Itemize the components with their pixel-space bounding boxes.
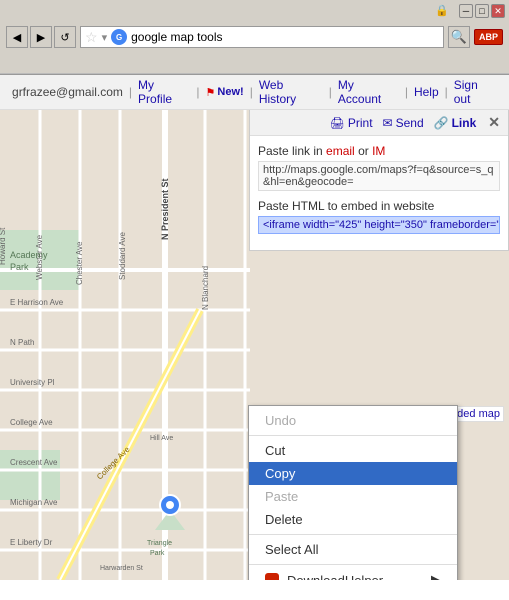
map-container: Howard St Webster Ave Chester Ave N Pres…: [0, 110, 509, 580]
paste-label: Paste: [265, 489, 298, 504]
ctx-select-all[interactable]: Select All: [249, 538, 457, 561]
svg-text:N President St: N President St: [160, 178, 170, 240]
send-link[interactable]: ✉ Send: [383, 116, 424, 130]
browser-chrome: 🔒 ─ □ ✕ ◀ ▶ ↺ ☆ ▾ G 🔍 ABP: [0, 0, 509, 75]
email-link-label: Paste link in email or IM: [258, 144, 500, 158]
new-link[interactable]: New!: [217, 86, 243, 98]
link-link[interactable]: 🔗 Link: [434, 116, 477, 130]
email-link-url: http://maps.google.com/maps?f=q&source=s…: [258, 161, 500, 191]
favorite-icon: ☆: [85, 29, 98, 46]
svg-text:Michigan Ave: Michigan Ave: [10, 498, 58, 507]
close-button[interactable]: ✕: [491, 4, 505, 18]
nav-bar: ◀ ▶ ↺ ☆ ▾ G 🔍 ABP: [0, 22, 509, 52]
sign-out-link[interactable]: Sign out: [454, 78, 497, 106]
google-header: grfrazee@gmail.com | My Profile | ⚑ New!…: [0, 75, 509, 110]
dropdown-icon: ▾: [102, 31, 108, 44]
address-bar[interactable]: ☆ ▾ G: [80, 26, 444, 48]
svg-text:E Liberty Dr: E Liberty Dr: [10, 538, 53, 547]
svg-text:Hill Ave: Hill Ave: [150, 435, 173, 442]
close-panel-button[interactable]: ✕: [488, 114, 500, 131]
download-helper-icon: [265, 573, 279, 580]
favicon: G: [111, 29, 127, 45]
my-profile-link[interactable]: My Profile: [138, 78, 190, 106]
back-button[interactable]: ◀: [6, 26, 28, 48]
new-badge-container: ⚑ New!: [206, 86, 244, 99]
download-helper-label: DownloadHelper: [287, 573, 383, 581]
email-link-section: Paste link in email or IM http://maps.go…: [258, 144, 500, 191]
user-email: grfrazee@gmail.com: [12, 85, 123, 99]
search-icon: 🔍: [451, 29, 467, 45]
ctx-paste[interactable]: Paste: [249, 485, 457, 508]
ctx-copy[interactable]: Copy: [249, 462, 457, 485]
print-icon: 🖨: [330, 116, 345, 130]
minimize-button[interactable]: ─: [459, 4, 473, 18]
svg-text:Harwarden St: Harwarden St: [100, 565, 143, 572]
svg-text:Park: Park: [10, 262, 29, 272]
title-bar-icons: 🔒 ─ □ ✕: [435, 4, 505, 18]
svg-text:Howard St: Howard St: [0, 227, 7, 265]
svg-text:N Path: N Path: [10, 338, 34, 347]
copy-label: Copy: [265, 466, 295, 481]
search-button[interactable]: 🔍: [448, 26, 470, 48]
my-account-link[interactable]: My Account: [338, 78, 399, 106]
ctx-undo[interactable]: Undo: [249, 409, 457, 432]
svg-text:Triangle: Triangle: [147, 540, 172, 547]
svg-text:Stoddard Ave: Stoddard Ave: [118, 232, 127, 280]
abp-button[interactable]: ABP: [474, 29, 503, 45]
bookmarks-bar: [0, 52, 509, 74]
reload-button[interactable]: ↺: [54, 26, 76, 48]
svg-text:Crescent Ave: Crescent Ave: [10, 458, 58, 467]
forward-button[interactable]: ▶: [30, 26, 52, 48]
window-title-text: 🔒: [435, 4, 449, 18]
embed-code-field[interactable]: <iframe width="425" height="350" framebo…: [258, 216, 500, 234]
ctx-download-helper[interactable]: DownloadHelper ▶: [249, 568, 457, 580]
embed-label: Paste HTML to embed in website: [258, 199, 500, 213]
select-all-label: Select All: [265, 542, 318, 557]
title-bar: 🔒 ─ □ ✕: [0, 0, 509, 22]
email-highlight-link[interactable]: email: [326, 144, 355, 158]
ctx-separator-1: [249, 435, 457, 436]
svg-text:Park: Park: [150, 550, 165, 557]
chain-icon: 🔗: [434, 116, 449, 130]
maximize-button[interactable]: □: [475, 4, 489, 18]
svg-text:N Blanchard: N Blanchard: [201, 266, 210, 310]
submenu-arrow-icon: ▶: [431, 572, 441, 580]
context-menu: Undo Cut Copy Paste Delete Select All Do…: [248, 405, 458, 580]
ctx-delete[interactable]: Delete: [249, 508, 457, 531]
ctx-cut[interactable]: Cut: [249, 439, 457, 462]
nav-buttons: ◀ ▶ ↺: [6, 26, 76, 48]
link-panel-actions: 🖨 Print ✉ Send 🔗 Link: [330, 116, 477, 130]
link-panel-body: Paste link in email or IM http://maps.go…: [250, 136, 508, 250]
svg-text:College Ave: College Ave: [10, 418, 53, 427]
embed-section: Paste HTML to embed in website <iframe w…: [258, 199, 500, 234]
svg-text:University Pl: University Pl: [10, 378, 55, 387]
undo-label: Undo: [265, 413, 296, 428]
im-highlight-link[interactable]: IM: [372, 144, 385, 158]
flag-icon: ⚑: [206, 86, 216, 99]
svg-text:Academy: Academy: [10, 250, 48, 260]
send-icon: ✉: [383, 116, 393, 130]
link-panel-header: 🖨 Print ✉ Send 🔗 Link ✕: [250, 110, 508, 136]
cut-label: Cut: [265, 443, 285, 458]
ctx-separator-3: [249, 564, 457, 565]
web-history-link[interactable]: Web History: [259, 78, 323, 106]
ctx-separator-2: [249, 534, 457, 535]
help-link[interactable]: Help: [414, 85, 439, 99]
delete-label: Delete: [265, 512, 303, 527]
svg-text:Chester Ave: Chester Ave: [75, 241, 84, 285]
print-link[interactable]: 🖨 Print: [330, 116, 373, 130]
link-panel: 🖨 Print ✉ Send 🔗 Link ✕ Paste link in: [249, 110, 509, 251]
address-input[interactable]: [131, 30, 439, 44]
enlarge-map-link[interactable]: lded map: [451, 406, 504, 422]
svg-text:E Harrison Ave: E Harrison Ave: [10, 298, 64, 307]
